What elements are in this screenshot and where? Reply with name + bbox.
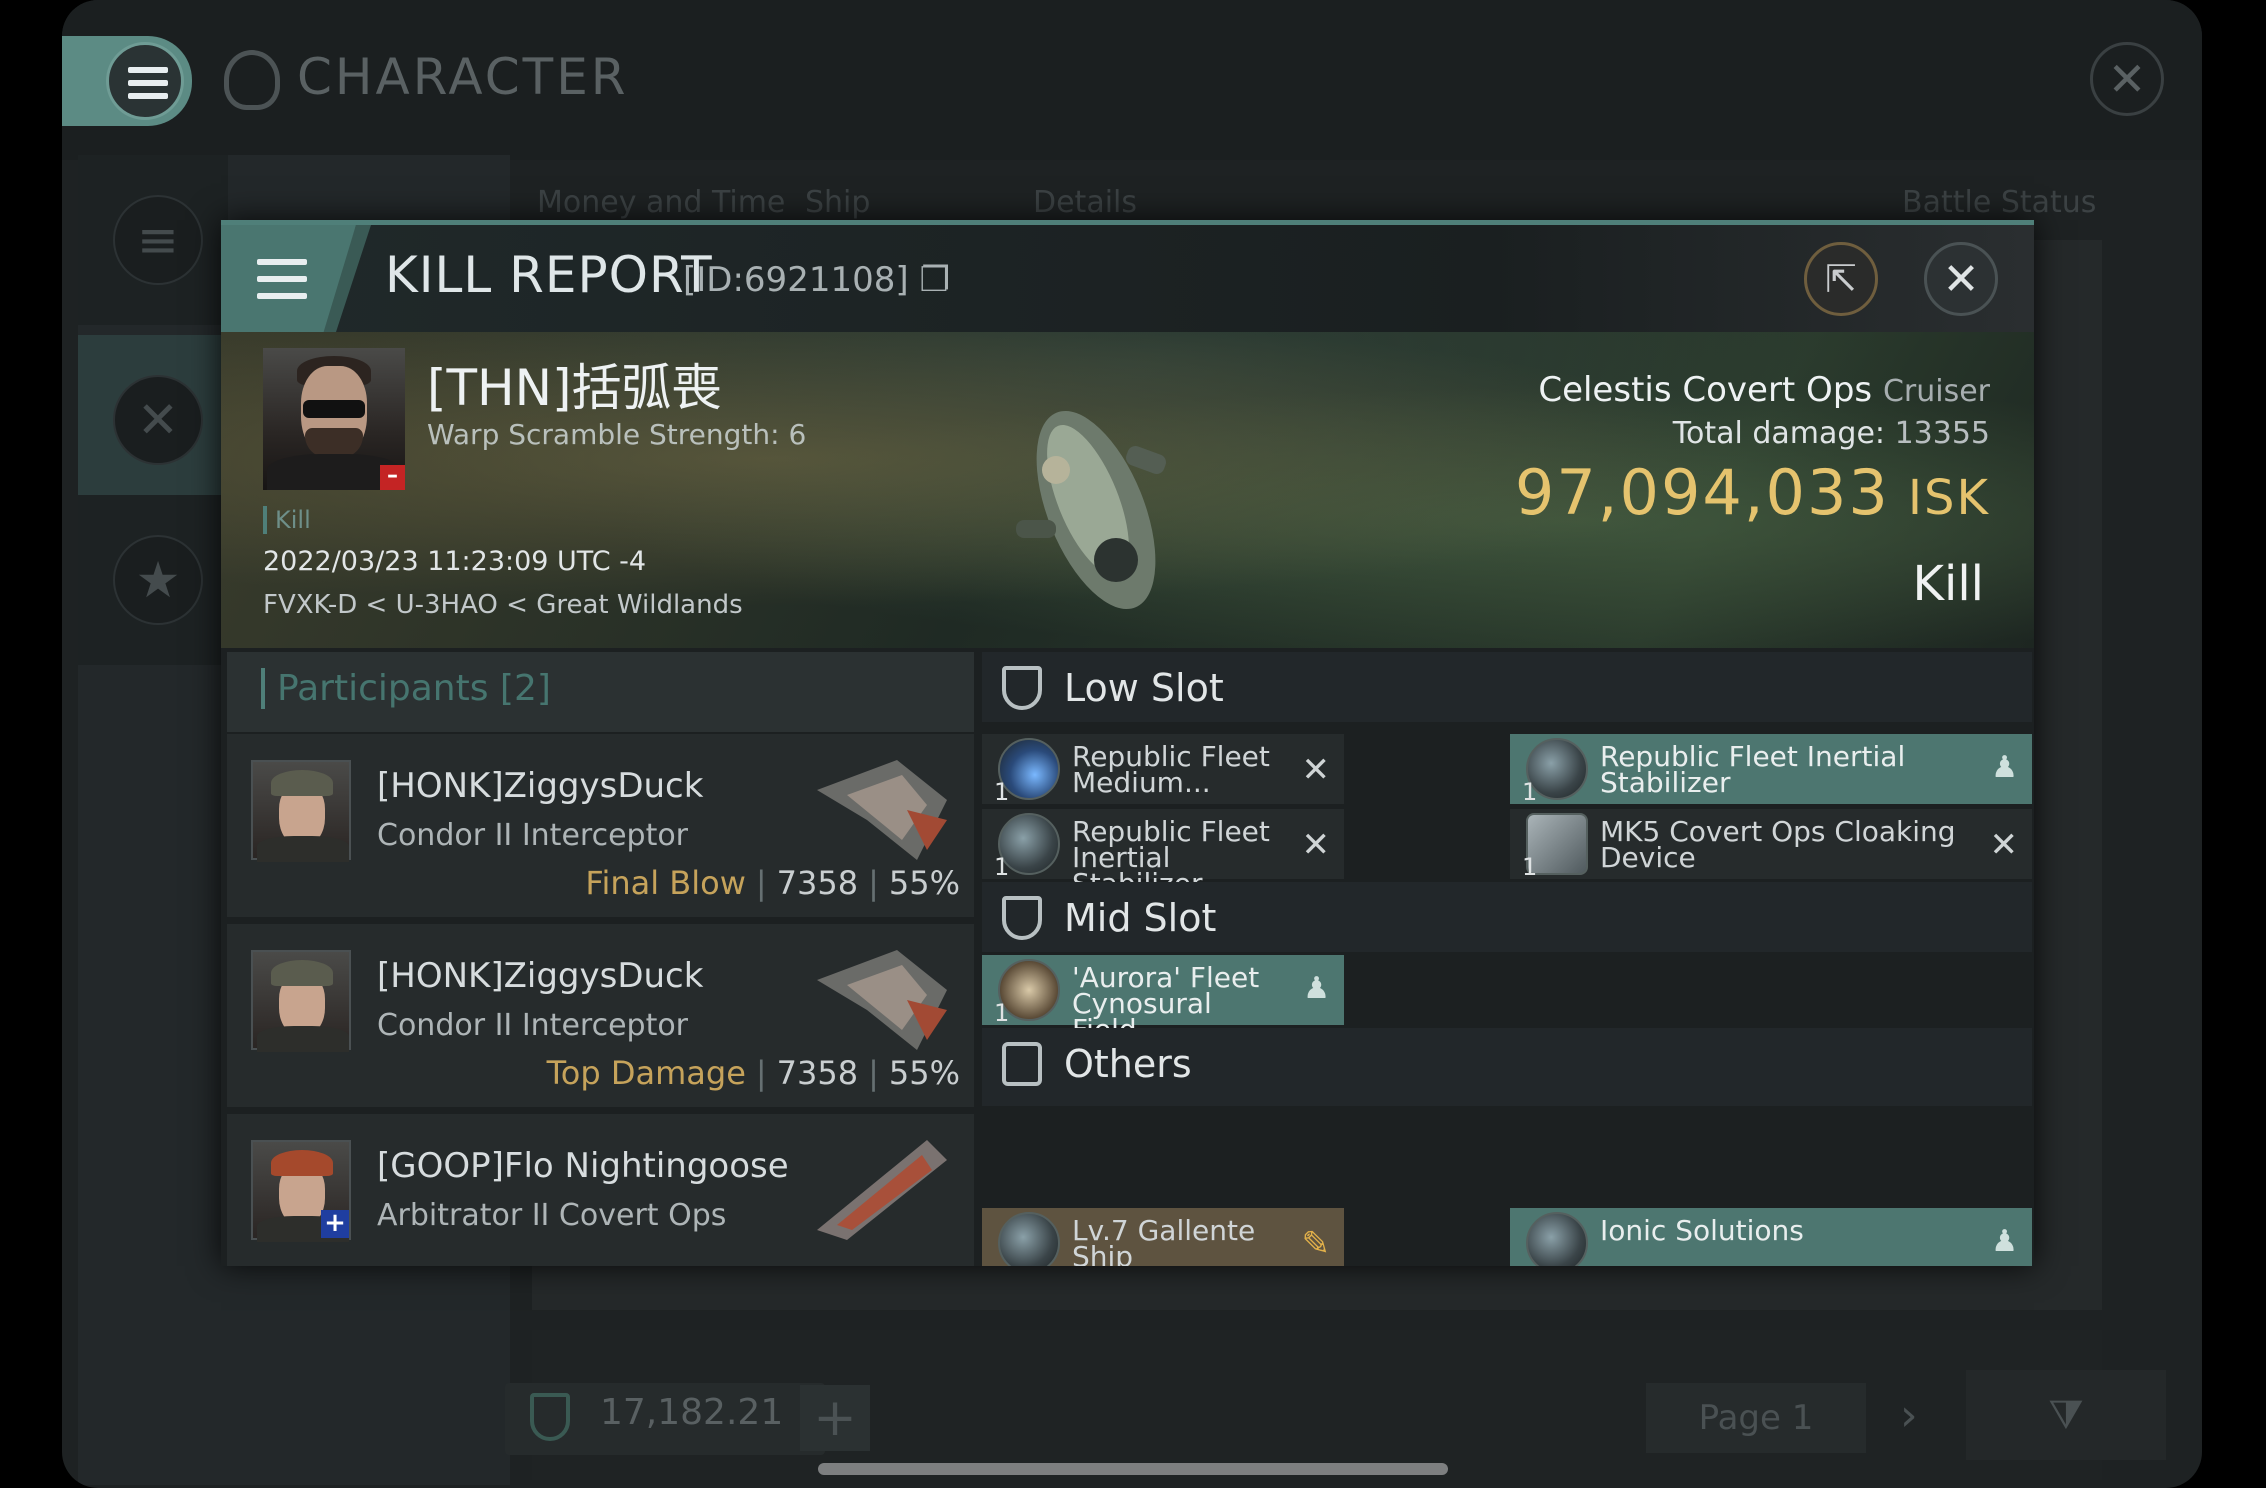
ship-class: Cruiser: [1882, 374, 1990, 409]
low-slot-header: Low Slot: [982, 652, 2032, 722]
mid-slot-icon: [1002, 896, 1042, 940]
kill-date: 2022/03/23 11:23:09 UTC -4: [263, 546, 647, 577]
item-qty: 1: [994, 853, 1010, 881]
tab-money-time[interactable]: Money and Time: [537, 185, 785, 220]
participant-stats: Final Blow | 7358 | 55%: [585, 864, 960, 902]
item-qty: 1: [994, 778, 1010, 806]
isk-icon: [530, 1393, 570, 1441]
warp-scramble-strength: Warp Scramble Strength: 6: [427, 418, 807, 451]
low-slot-item[interactable]: 1 Republic Fleet Medium... ✕: [982, 734, 1344, 806]
participant-avatar: [251, 950, 351, 1052]
item-name: Republic Fleet Inertial Stabilizer: [1600, 740, 1906, 799]
kill-report-panel: KILL REPORT [ID:6921108] ❐ ⇱ ✕ – [THN]括弧…: [221, 220, 2034, 1266]
participant-ship-image: [817, 1140, 947, 1240]
wrench-icon: ✎: [1301, 1224, 1331, 1264]
participant-stats: Top Damage | 7358 | 55%: [546, 1054, 960, 1092]
total-damage: Total damage: 13355: [1672, 416, 1990, 451]
share-icon: ⇱: [1825, 257, 1857, 301]
participant-row[interactable]: + [GOOP]Flo Nightingoose Arbitrator II C…: [227, 1114, 974, 1266]
others-header: Others: [982, 1028, 2032, 1106]
filter-button[interactable]: ⧩: [1966, 1370, 2166, 1460]
item-name: Lv.7 Gallente Ship: [1072, 1214, 1256, 1267]
participant-name: [HONK]ZiggysDuck: [377, 956, 704, 996]
other-item[interactable]: Lv.7 Gallente Ship ✎: [982, 1208, 1344, 1266]
isk-balance-value: 17,182.21: [600, 1392, 784, 1433]
participant-ship: Arbitrator II Covert Ops: [377, 1198, 727, 1233]
kill-report-id[interactable]: [ID:6921108] ❐: [683, 260, 950, 300]
participant-ship: Condor II Interceptor: [377, 1008, 689, 1043]
mid-slot-header: Mid Slot: [982, 882, 2032, 952]
close-icon: ✕: [1942, 253, 1980, 305]
participant-name: [GOOP]Flo Nightingoose: [377, 1146, 789, 1186]
list-icon: ≡: [113, 195, 203, 285]
close-button[interactable]: ✕: [1924, 242, 1998, 316]
character-close-button[interactable]: ✕: [2090, 42, 2164, 116]
add-isk-button[interactable]: +: [800, 1385, 870, 1451]
standing-plus-icon: +: [321, 1210, 349, 1238]
participant-row[interactable]: [HONK]ZiggysDuck Condor II Interceptor T…: [227, 924, 974, 1109]
sidebar-tab-medals[interactable]: ★: [78, 495, 228, 665]
item-name: Republic Fleet Medium...: [1072, 740, 1270, 799]
item-name: MK5 Covert Ops Cloaking Device: [1600, 815, 1956, 874]
participant-ship-image: [817, 950, 947, 1050]
victim-ship-name[interactable]: Celestis Covert Ops Cruiser: [1538, 370, 1990, 410]
character-menu-button[interactable]: [62, 36, 192, 126]
other-item[interactable]: Ionic Solutions ♟: [1510, 1208, 2032, 1266]
participant-row[interactable]: [HONK]ZiggysDuck Condor II Interceptor F…: [227, 734, 974, 919]
victim-name[interactable]: [THN]括弧喪: [427, 348, 722, 420]
home-indicator: [818, 1463, 1448, 1475]
isk-value: 97,094,033 ISK: [1514, 456, 1990, 529]
destroyed-x-icon: ✕: [1989, 825, 2019, 865]
tab-details[interactable]: Details: [1033, 185, 1137, 220]
kill-tag: Kill: [263, 506, 311, 534]
filter-icon: ⧩: [2048, 1392, 2084, 1438]
star-icon: ★: [113, 535, 203, 625]
victim-ship-image[interactable]: [996, 360, 1196, 630]
sidebar-tab-combat[interactable]: ✕: [78, 335, 228, 505]
tab-battle-status[interactable]: Battle Status: [1902, 185, 2096, 220]
page-indicator: Page 1: [1646, 1383, 1866, 1453]
participant-ship-image: [817, 760, 947, 860]
participant-ship: Condor II Interceptor: [377, 818, 689, 853]
low-slot-item[interactable]: 1 Republic Fleet Inertial Stabilizer ♟: [1510, 734, 2032, 806]
item-icon: [1526, 1212, 1588, 1266]
item-name: Ionic Solutions: [1600, 1214, 1804, 1247]
mid-slot-item[interactable]: 1 'Aurora' Fleet Cynosural Field... ♟: [982, 955, 1344, 1044]
dropped-person-icon: ♟: [1991, 750, 2018, 785]
kill-result: Kill: [1912, 556, 1984, 612]
dropped-person-icon: ♟: [1991, 1224, 2018, 1259]
kill-location[interactable]: FVXK-D < U-3HAO < Great Wildlands: [263, 590, 743, 620]
crossed-swords-icon: ✕: [113, 375, 203, 465]
item-qty: 1: [1522, 778, 1538, 806]
next-page-icon[interactable]: ›: [1900, 1390, 1918, 1441]
destroyed-x-icon: ✕: [1301, 825, 1331, 865]
standing-minus-icon: –: [380, 465, 405, 490]
kill-report-title: KILL REPORT: [385, 246, 713, 304]
sidebar-tab-menu[interactable]: ≡: [78, 155, 228, 325]
cube-icon: [1002, 1042, 1042, 1086]
low-slot-item[interactable]: 1 MK5 Covert Ops Cloaking Device ✕: [1510, 809, 2032, 881]
character-title: CHARACTER: [297, 48, 629, 106]
item-qty: 1: [1522, 853, 1538, 881]
item-qty: 1: [994, 999, 1010, 1027]
share-button[interactable]: ⇱: [1804, 242, 1878, 316]
destroyed-x-icon: ✕: [1301, 750, 1331, 790]
item-icon: [998, 1212, 1060, 1266]
low-slot-icon: [1002, 666, 1042, 710]
participants-header: Participants [2]: [227, 652, 974, 732]
copy-icon: ❐: [919, 260, 950, 300]
low-slot-item[interactable]: 1 Republic Fleet Inertial Stabilizer ✕: [982, 809, 1344, 898]
participant-avatar: [251, 760, 351, 862]
dropped-person-icon: ♟: [1303, 971, 1330, 1006]
tab-ship[interactable]: Ship: [805, 185, 870, 220]
participant-name: [HONK]ZiggysDuck: [377, 766, 704, 806]
